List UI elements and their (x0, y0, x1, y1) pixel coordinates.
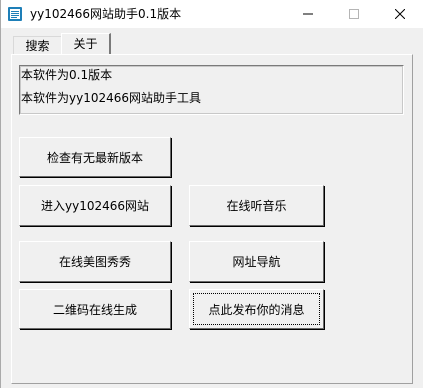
post-message-label: 点此发布你的消息 (208, 302, 305, 317)
check-update-label: 检查有无最新版本 (46, 150, 143, 165)
post-message-button[interactable]: 点此发布你的消息 (189, 289, 324, 329)
enter-site-button[interactable]: 进入yy102466网站 (19, 185, 171, 226)
maximize-button[interactable] (331, 0, 377, 28)
online-music-button[interactable]: 在线听音乐 (189, 185, 324, 226)
notepad-icon (7, 6, 23, 22)
info-textbox[interactable]: 本软件为0.1版本 本软件为yy102466网站助手工具 (19, 65, 404, 115)
app-window: yy102466网站助手0.1版本 搜索 关于 本软件为0.1版本 本软件为yy… (0, 0, 423, 388)
qrcode-button[interactable]: 二维码在线生成 (19, 289, 171, 329)
url-nav-label: 网址导航 (232, 255, 281, 269)
minimize-button[interactable] (285, 0, 331, 28)
check-update-button[interactable]: 检查有无最新版本 (19, 137, 171, 177)
close-button[interactable] (377, 0, 423, 28)
window-title: yy102466网站助手0.1版本 (30, 7, 182, 21)
tab-search[interactable]: 搜索 (13, 36, 61, 54)
version-text: 本软件为0.1版本 (21, 68, 113, 82)
enter-site-label: 进入yy102466网站 (40, 199, 149, 213)
meitu-label: 在线美图秀秀 (58, 255, 131, 269)
qrcode-label: 二维码在线生成 (52, 302, 137, 317)
maximize-icon (349, 9, 359, 19)
meitu-button[interactable]: 在线美图秀秀 (19, 241, 171, 282)
title-bar[interactable]: yy102466网站助手0.1版本 (1, 0, 423, 28)
tab-about[interactable]: 关于 (61, 33, 111, 55)
online-music-label: 在线听音乐 (226, 199, 287, 213)
description-text: 本软件为yy102466网站助手工具 (21, 91, 202, 105)
url-nav-button[interactable]: 网址导航 (189, 241, 324, 282)
minimize-icon (303, 13, 313, 15)
close-icon (395, 9, 405, 19)
